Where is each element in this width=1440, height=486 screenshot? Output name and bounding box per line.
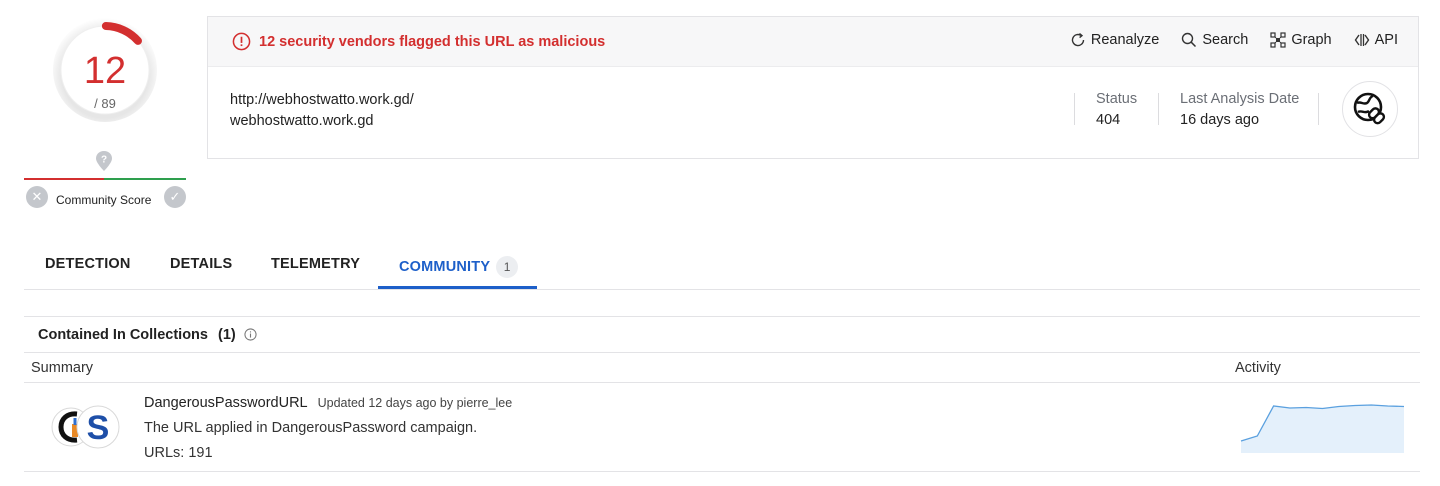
refresh-icon [1071, 32, 1085, 47]
status-label: Status [1096, 91, 1138, 107]
divider [1158, 93, 1159, 125]
check-icon: ✓ [169, 189, 181, 204]
collection-updated: Updated 12 days ago by pierre_lee [317, 396, 513, 410]
url-host[interactable]: webhostwatto.work.gd [230, 111, 414, 132]
analyzed-url: http://webhostwatto.work.gd/ webhostwatt… [230, 90, 414, 132]
api-icon [1354, 34, 1369, 46]
search-label: Search [1202, 32, 1249, 48]
upvote-button[interactable]: ✓ [164, 186, 186, 208]
alert-circle-icon [232, 32, 251, 51]
last-analysis-value: 16 days ago [1180, 112, 1260, 128]
collection-url-count: URLs: 191 [144, 445, 213, 461]
alert-bar: 12 security vendors flagged this URL as … [208, 17, 1418, 67]
divider [1318, 93, 1319, 125]
tab-detection[interactable]: DETECTION [45, 256, 131, 272]
community-bar-positive [104, 178, 186, 180]
collections-title: Contained In Collections [38, 326, 208, 343]
alert-text: 12 security vendors flagged this URL as … [259, 33, 606, 50]
last-analysis-field: Last Analysis Date 16 days ago [1180, 89, 1299, 131]
action-toolbar: Reanalyze Search Graph API [1070, 32, 1398, 48]
url-summary-card: 12 security vendors flagged this URL as … [207, 16, 1419, 159]
tab-community-label: COMMUNITY [399, 258, 491, 275]
activity-column-header: Activity [1235, 360, 1281, 376]
malicious-alert: 12 security vendors flagged this URL as … [232, 32, 605, 51]
activity-sparkline [1240, 404, 1405, 453]
url-info: http://webhostwatto.work.gd/ webhostwatt… [208, 67, 1418, 159]
api-button[interactable]: API [1354, 32, 1398, 48]
collections-section: Contained In Collections (1) Summary Act… [24, 316, 1420, 472]
graph-label: Graph [1291, 32, 1332, 48]
collections-count: (1) [217, 326, 236, 343]
graph-icon [1270, 32, 1286, 48]
x-icon: ✕ [31, 189, 43, 204]
collections-column-header: Summary Activity [24, 353, 1420, 383]
community-score: ? ✕ Community Score ✓ [24, 150, 186, 210]
active-tab-indicator [378, 286, 537, 289]
community-bar-negative [24, 178, 104, 180]
globe-link-icon [1353, 92, 1386, 125]
divider [1074, 93, 1075, 125]
collection-logo-icon: S [51, 405, 120, 449]
collection-row[interactable]: S DangerousPasswordURL Updated 12 days ag… [24, 383, 1420, 472]
tab-community[interactable]: COMMUNITY 1 [399, 256, 519, 278]
full-url[interactable]: http://webhostwatto.work.gd/ [230, 90, 414, 111]
sparkline-area [1241, 405, 1404, 453]
tab-community-count-badge: 1 [496, 256, 519, 278]
svg-text:S: S [87, 409, 110, 447]
info-icon[interactable] [244, 328, 257, 341]
detection-count: 12 [83, 50, 127, 92]
collection-name-text[interactable]: DangerousPasswordURL [144, 395, 308, 411]
api-label: API [1374, 32, 1398, 48]
community-score-label: Community Score [56, 193, 152, 207]
last-analysis-label: Last Analysis Date [1180, 91, 1300, 107]
url-type-badge [1342, 81, 1398, 137]
reanalyze-label: Reanalyze [1090, 32, 1160, 48]
status-field: Status 404 [1096, 89, 1137, 131]
reanalyze-button[interactable]: Reanalyze [1070, 32, 1160, 48]
summary-column-header: Summary [31, 360, 94, 376]
svg-text:?: ? [101, 155, 107, 166]
detection-score-gauge: 12 / 89 [50, 12, 157, 127]
tab-telemetry[interactable]: TELEMETRY [271, 256, 360, 272]
tab-details[interactable]: DETAILS [170, 256, 232, 272]
collections-header: Contained In Collections (1) [24, 316, 1420, 353]
question-marker-icon: ? [96, 151, 112, 171]
engine-total: / 89 [94, 96, 116, 111]
graph-button[interactable]: Graph [1270, 32, 1332, 48]
downvote-button[interactable]: ✕ [26, 186, 48, 208]
search-button[interactable]: Search [1181, 32, 1248, 48]
tab-bar: DETECTION DETAILS TELEMETRY COMMUNITY 1 [24, 242, 1420, 290]
collection-name[interactable]: DangerousPasswordURL Updated 12 days ago … [144, 395, 512, 411]
collection-description: The URL applied in DangerousPassword cam… [144, 420, 478, 436]
search-icon [1182, 32, 1197, 48]
status-value: 404 [1096, 112, 1121, 128]
